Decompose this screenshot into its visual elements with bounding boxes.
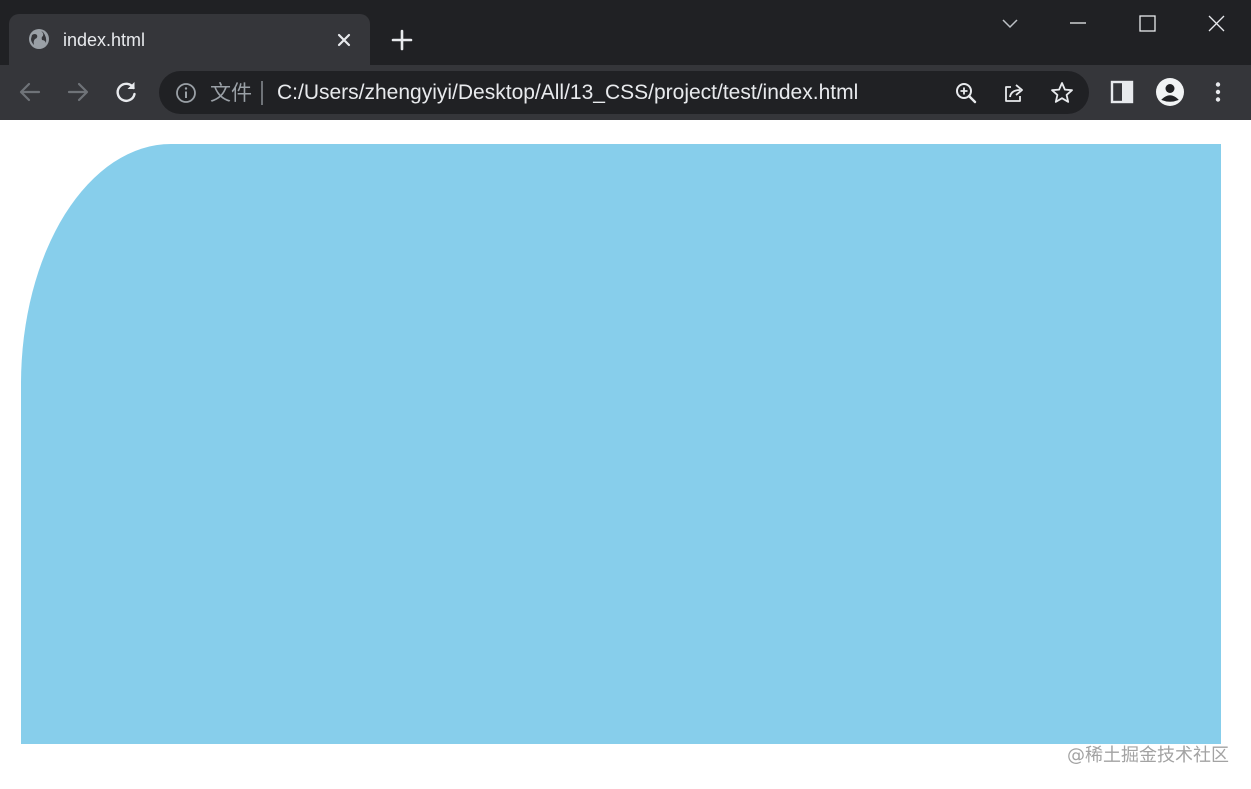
tab-strip: index.html — [0, 0, 1251, 65]
tab-title: index.html — [63, 30, 146, 50]
arrow-left-icon[interactable] — [16, 78, 44, 106]
share-icon[interactable] — [1001, 80, 1027, 106]
browser-toolbar: 文件 C:/Users/zhengyiyi/Desktop/All/13_CSS… — [0, 65, 1251, 120]
close-window-icon[interactable] — [1202, 10, 1230, 38]
zoom-in-icon[interactable] — [953, 80, 979, 106]
address-bar[interactable]: 文件 C:/Users/zhengyiyi/Desktop/All/13_CSS… — [159, 71, 1089, 114]
minimize-icon[interactable] — [1064, 10, 1092, 38]
profile-icon[interactable] — [1156, 78, 1184, 106]
star-icon[interactable] — [1049, 80, 1075, 106]
maximize-icon[interactable] — [1133, 10, 1161, 38]
side-panel-icon[interactable] — [1108, 78, 1136, 106]
url-text[interactable]: C:/Users/zhengyiyi/Desktop/All/13_CSS/pr… — [277, 80, 858, 106]
browser-window: index.html 文件 C:/Users/zhengyiyi/Desktop… — [0, 0, 1251, 789]
address-separator — [261, 81, 263, 105]
reload-icon[interactable] — [112, 78, 140, 106]
security-label: 文件 — [210, 81, 252, 105]
tab-index-html[interactable]: index.html — [9, 14, 370, 65]
arrow-right-icon[interactable] — [64, 78, 92, 106]
watermark: @稀土掘金技术社区 — [1067, 745, 1229, 766]
new-tab-button[interactable] — [389, 27, 415, 53]
chevron-down-icon[interactable] — [996, 10, 1024, 38]
close-tab-icon[interactable] — [333, 29, 355, 51]
page-viewport: @稀土掘金技术社区 — [0, 120, 1251, 789]
globe-icon — [29, 29, 49, 49]
rounded-blue-box — [21, 144, 1221, 744]
kebab-menu-icon[interactable] — [1204, 78, 1232, 106]
info-icon[interactable] — [175, 82, 197, 104]
